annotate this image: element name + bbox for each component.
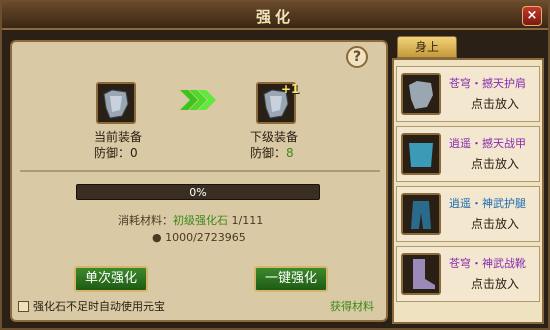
item-name: 逍遥・撼天战甲	[449, 137, 526, 150]
next-equipment-label: 下级装备	[250, 130, 299, 144]
armor-shoulder-icon	[403, 75, 439, 113]
progress-text: 0%	[189, 186, 207, 199]
item-action[interactable]: 点击放入	[471, 215, 519, 232]
list-item[interactable]: 逍遥・撼天战甲 点击放入	[396, 126, 540, 182]
current-defense: 防御：0	[94, 146, 138, 160]
gold-coin-icon: ●	[152, 231, 162, 244]
list-item[interactable]: 苍穹・神武战靴 点击放入	[396, 246, 540, 302]
armor-legs-icon	[403, 195, 439, 233]
divider	[20, 170, 380, 172]
gold-cost: ● 1000/2723965	[152, 231, 246, 244]
enhance-progress-bar: 0%	[76, 184, 320, 200]
close-button[interactable]: ×	[522, 6, 542, 26]
tab-equipped[interactable]: 身上	[397, 36, 457, 58]
armor-boots-icon	[403, 255, 439, 293]
item-name: 苍穹・神武战靴	[449, 257, 526, 270]
enhance-panel	[10, 40, 388, 322]
current-equipment-label: 当前装备	[94, 130, 143, 144]
equipment-list: 苍穹・撼天护肩 点击放入 逍遥・撼天战甲 点击放入 逍遥・神武护腿 点击放入 苍…	[392, 58, 544, 324]
item-slot	[401, 253, 441, 295]
armor-chest-icon	[403, 135, 439, 173]
upgrade-arrows-icon	[180, 90, 216, 110]
get-material-link[interactable]: 获得材料	[330, 298, 374, 314]
material-cost: 消耗材料：初级强化石 1/111	[118, 214, 264, 227]
item-slot	[401, 133, 441, 175]
current-equipment-slot[interactable]	[96, 82, 136, 124]
single-enhance-button[interactable]: 单次强化	[74, 266, 148, 292]
item-name: 苍穹・撼天护肩	[449, 77, 526, 90]
next-defense: 防御：8	[250, 146, 294, 160]
item-name: 逍遥・神武护腿	[449, 197, 526, 210]
auto-checkbox[interactable]	[18, 301, 29, 312]
item-action[interactable]: 点击放入	[471, 155, 519, 172]
list-item[interactable]: 逍遥・神武护腿 点击放入	[396, 186, 540, 242]
one-key-enhance-button[interactable]: 一键强化	[254, 266, 328, 292]
title-bar: 强化 ×	[2, 2, 548, 30]
item-slot	[401, 193, 441, 235]
list-item[interactable]: 苍穹・撼天护肩 点击放入	[396, 66, 540, 122]
help-button[interactable]: ?	[346, 46, 368, 68]
item-action[interactable]: 点击放入	[471, 275, 519, 292]
enhance-level-badge: +1	[281, 82, 300, 96]
item-action[interactable]: 点击放入	[471, 95, 519, 112]
armor-shoulder-icon	[98, 84, 134, 122]
item-slot	[401, 73, 441, 115]
window-title: 强化	[255, 8, 294, 26]
auto-use-ingot-option[interactable]: 强化石不足时自动使用元宝	[18, 298, 165, 314]
